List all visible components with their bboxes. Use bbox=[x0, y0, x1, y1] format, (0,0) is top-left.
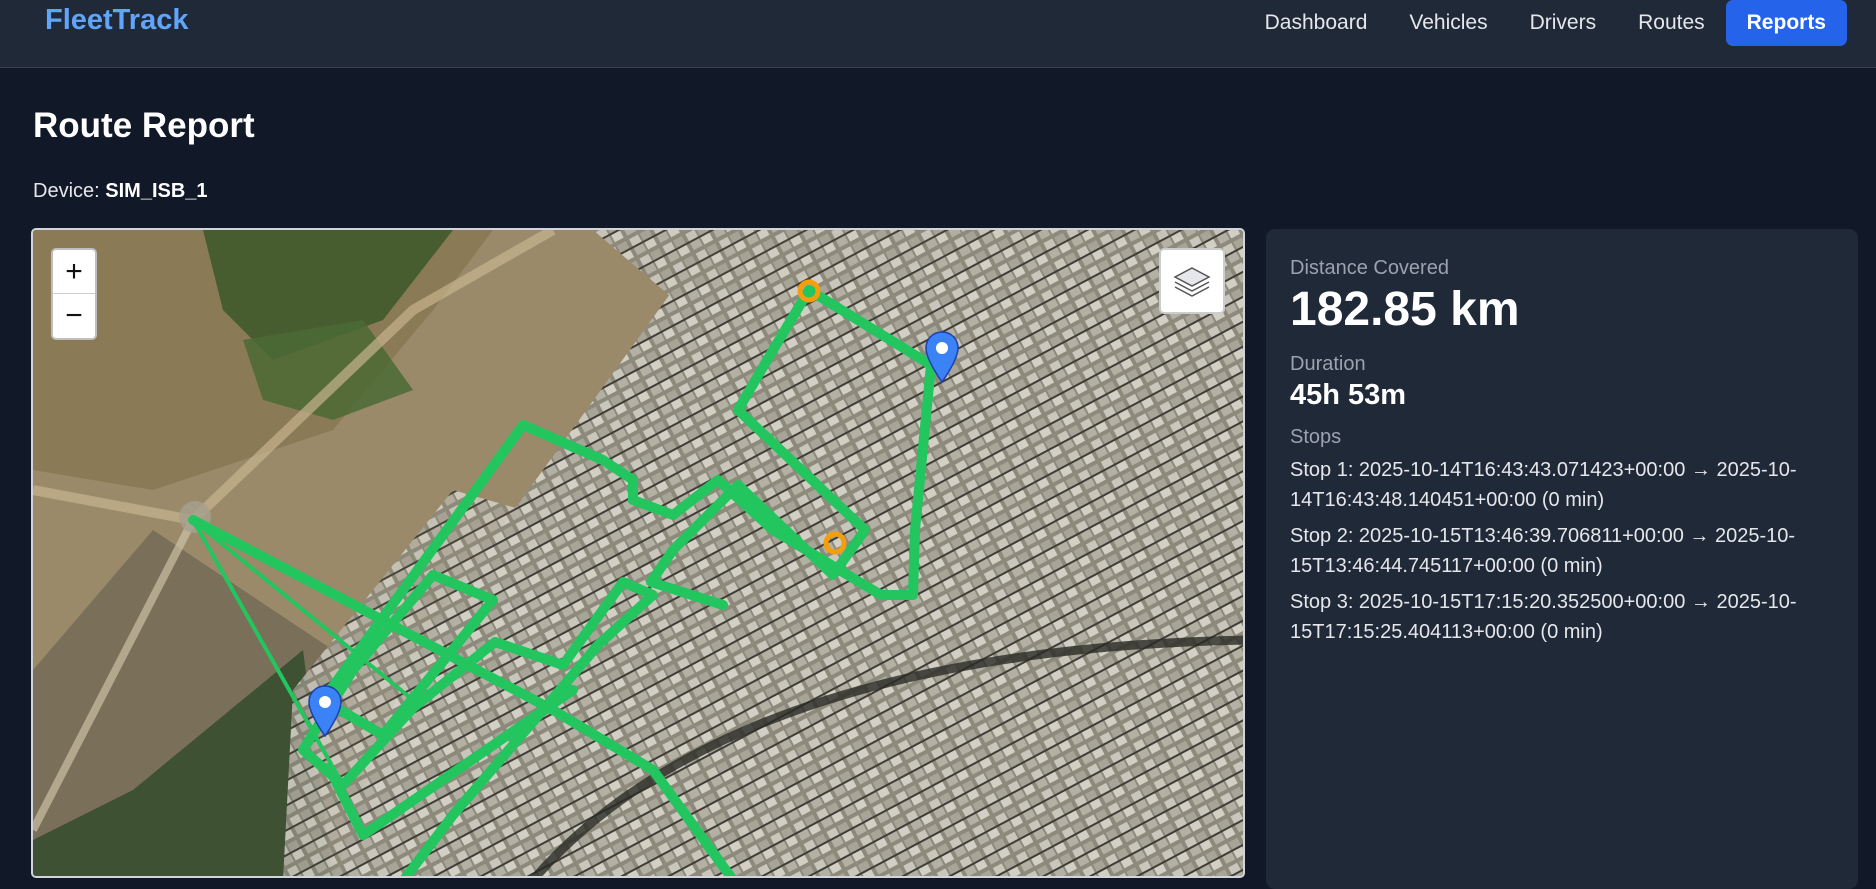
nav-reports[interactable]: Reports bbox=[1725, 0, 1847, 46]
top-navbar: FleetTrack Dashboard Vehicles Drivers Ro… bbox=[0, 0, 1876, 68]
nav-dashboard[interactable]: Dashboard bbox=[1244, 0, 1389, 46]
map-pin-icon bbox=[925, 331, 959, 384]
stop-item-2: Stop 2: 2025-10-15T13:46:39.706811+00:00… bbox=[1290, 525, 1796, 577]
zoom-control: + − bbox=[51, 248, 97, 340]
device-line: Device: SIM_ISB_1 bbox=[33, 180, 208, 203]
distance-value: 182.85 km bbox=[1290, 283, 1520, 336]
duration-value: 45h 53m bbox=[1290, 379, 1407, 411]
layers-icon bbox=[1173, 267, 1211, 297]
stops-label: Stops bbox=[1290, 426, 1342, 448]
nav-drivers[interactable]: Drivers bbox=[1509, 0, 1618, 46]
satellite-map[interactable] bbox=[33, 230, 1245, 878]
stop-item-3: Stop 3: 2025-10-15T17:15:20.352500+00:00… bbox=[1290, 591, 1797, 643]
nav-links: Dashboard Vehicles Drivers Routes Report… bbox=[1244, 0, 1847, 46]
page-title: Route Report bbox=[33, 106, 255, 145]
route-stats-panel: Distance Covered 182.85 km Duration 45h … bbox=[1266, 229, 1858, 889]
map-pin-icon bbox=[308, 685, 342, 738]
device-label: Device: bbox=[33, 180, 100, 202]
route-map[interactable]: + − bbox=[31, 228, 1245, 878]
layers-button[interactable] bbox=[1159, 248, 1225, 314]
zoom-out-button[interactable]: − bbox=[53, 294, 95, 338]
pin-marker-start[interactable] bbox=[307, 684, 343, 738]
pin-marker-end[interactable] bbox=[924, 330, 960, 384]
zoom-in-button[interactable]: + bbox=[53, 250, 95, 294]
nav-vehicles[interactable]: Vehicles bbox=[1388, 0, 1508, 46]
nav-routes[interactable]: Routes bbox=[1617, 0, 1726, 46]
stop-item-1: Stop 1: 2025-10-14T16:43:43.071423+00:00… bbox=[1290, 459, 1797, 511]
duration-label: Duration bbox=[1290, 353, 1366, 375]
distance-label: Distance Covered bbox=[1290, 257, 1449, 279]
brand-logo[interactable]: FleetTrack bbox=[45, 4, 188, 37]
device-value: SIM_ISB_1 bbox=[105, 180, 208, 202]
